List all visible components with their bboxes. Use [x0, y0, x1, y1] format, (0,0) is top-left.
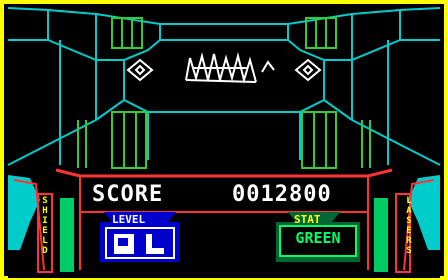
game-screen: SCORE 0012800 LEVEL STAT GREEN SHIELD LA… — [0, 0, 448, 280]
cockpit-frame — [8, 168, 440, 278]
lasers-label: LASERS — [406, 196, 412, 256]
score-label: SCORE — [92, 182, 164, 207]
stat-value: GREEN — [295, 229, 341, 247]
enemy-creature-icon — [185, 52, 275, 84]
lasers-gauge-fill — [374, 198, 388, 272]
score-value: 0012800 — [232, 182, 332, 207]
stat-label: STAT — [294, 213, 321, 226]
game-viewport — [0, 0, 448, 280]
shield-gauge-fill — [60, 198, 74, 272]
corridor-wireframe — [7, 7, 441, 166]
level-label: LEVEL — [112, 213, 146, 226]
right-drone-icon — [294, 58, 322, 82]
shield-label: SHIELD — [42, 196, 48, 256]
left-drone-icon — [126, 58, 154, 82]
